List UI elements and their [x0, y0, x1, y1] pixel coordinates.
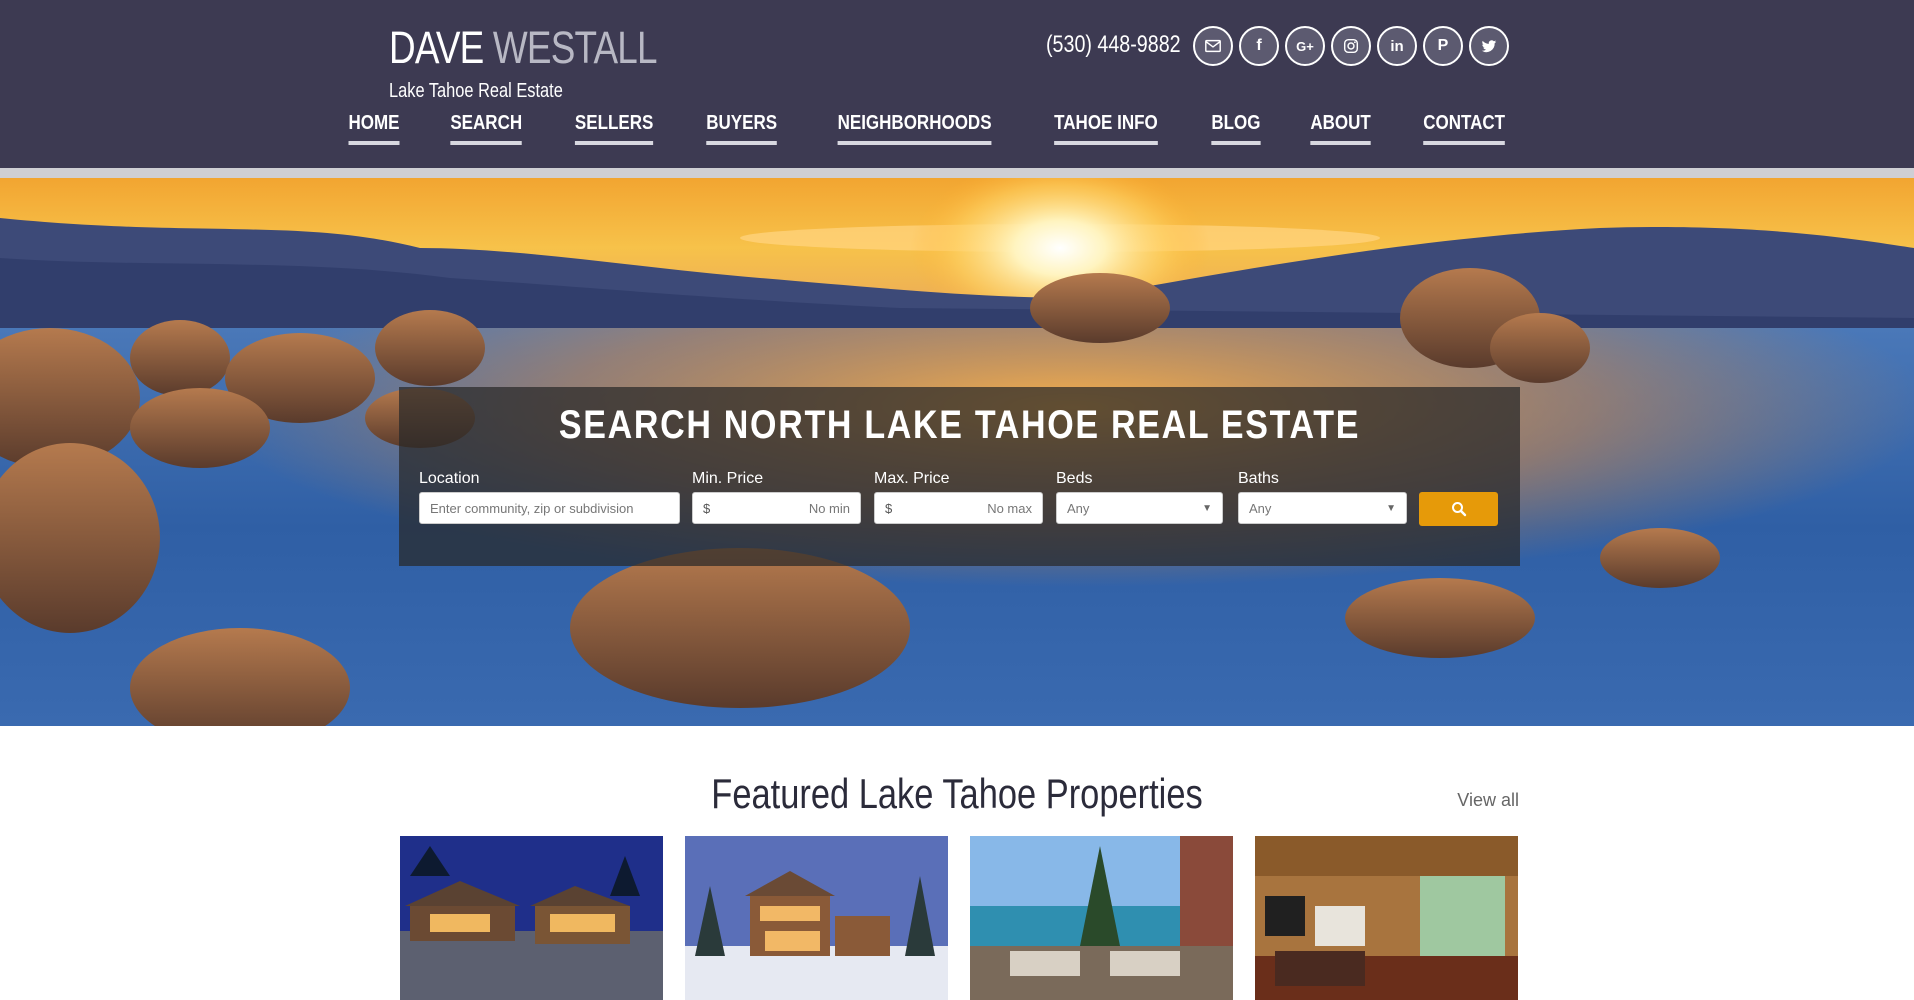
property-card-4[interactable] [1255, 836, 1518, 1000]
brand-first-name: DAVE [389, 22, 484, 73]
chevron-down-icon: ▼ [1386, 502, 1396, 514]
linkedin-icon[interactable]: in [1377, 26, 1417, 66]
search-panel: SEARCH NORTH LAKE TAHOE REAL ESTATE Loca… [399, 387, 1520, 566]
nav-about[interactable]: ABOUT [1309, 112, 1371, 145]
social-links: f G+ in P [1193, 26, 1509, 66]
max-currency: $ [885, 500, 893, 516]
search-title: SEARCH NORTH LAKE TAHOE REAL ESTATE [558, 403, 1361, 447]
email-icon[interactable] [1193, 26, 1233, 66]
location-input[interactable]: Enter community, zip or subdivision [419, 492, 680, 524]
min-currency: $ [703, 500, 711, 516]
google-plus-glyph: G+ [1296, 38, 1314, 54]
header-divider [0, 168, 1914, 178]
linkedin-glyph: in [1390, 37, 1404, 55]
property-card-3[interactable] [970, 836, 1233, 1000]
max-price-input[interactable]: $ No max [874, 492, 1043, 524]
hero-banner: SEARCH NORTH LAKE TAHOE REAL ESTATE Loca… [0, 178, 1914, 726]
brand-last-name: WESTALL [492, 22, 658, 73]
location-label: Location [419, 470, 480, 487]
brand[interactable]: DAVE WESTALL Lake Tahoe Real Estate [389, 22, 715, 103]
search-icon [1451, 502, 1466, 517]
property-photo [970, 836, 1233, 1000]
main-nav: HOME SEARCH SELLERS BUYERS NEIGHBORHOODS… [344, 112, 1512, 145]
brand-name[interactable]: DAVE WESTALL [389, 22, 657, 74]
phone-number[interactable]: (530) 448-9882 [1046, 31, 1181, 59]
nav-blog[interactable]: BLOG [1211, 112, 1261, 145]
nav-home[interactable]: HOME [348, 112, 400, 145]
min-price-input[interactable]: $ No min [692, 492, 861, 524]
facebook-glyph: f [1256, 37, 1262, 54]
max-price-value: No max [987, 500, 1032, 516]
chevron-down-icon: ▼ [1202, 502, 1212, 514]
location-placeholder: Enter community, zip or subdivision [430, 500, 634, 516]
max-price-label: Max. Price [874, 470, 950, 487]
min-price-label: Min. Price [692, 470, 764, 487]
search-button[interactable] [1419, 492, 1498, 526]
google-plus-icon[interactable]: G+ [1285, 26, 1325, 66]
nav-contact[interactable]: CONTACT [1422, 112, 1505, 145]
beds-value: Any [1067, 500, 1090, 516]
property-card-2[interactable] [685, 836, 948, 1000]
twitter-icon[interactable] [1469, 26, 1509, 66]
pinterest-icon[interactable]: P [1423, 26, 1463, 66]
nav-tahoe-info[interactable]: TAHOE INFO [1054, 112, 1158, 145]
pinterest-glyph: P [1437, 37, 1449, 54]
brand-tagline: Lake Tahoe Real Estate [389, 80, 563, 102]
nav-neighborhoods[interactable]: NEIGHBORHOODS [837, 112, 992, 145]
property-photo [685, 836, 948, 1000]
baths-label: Baths [1238, 470, 1279, 487]
beds-label: Beds [1056, 470, 1093, 487]
baths-value: Any [1249, 500, 1272, 516]
property-card-1[interactable] [400, 836, 663, 1000]
property-photo [1255, 836, 1518, 1000]
nav-buyers[interactable]: BUYERS [706, 112, 778, 145]
property-photo [400, 836, 663, 1000]
baths-select[interactable]: Any ▼ [1238, 492, 1407, 524]
nav-sellers[interactable]: SELLERS [575, 112, 654, 145]
view-all-link[interactable]: View all [1457, 790, 1519, 811]
instagram-icon[interactable] [1331, 26, 1371, 66]
nav-search[interactable]: SEARCH [450, 112, 522, 145]
facebook-icon[interactable]: f [1239, 26, 1279, 66]
beds-select[interactable]: Any ▼ [1056, 492, 1223, 524]
min-price-value: No min [808, 500, 850, 516]
site-header: DAVE WESTALL Lake Tahoe Real Estate (530… [0, 0, 1914, 168]
